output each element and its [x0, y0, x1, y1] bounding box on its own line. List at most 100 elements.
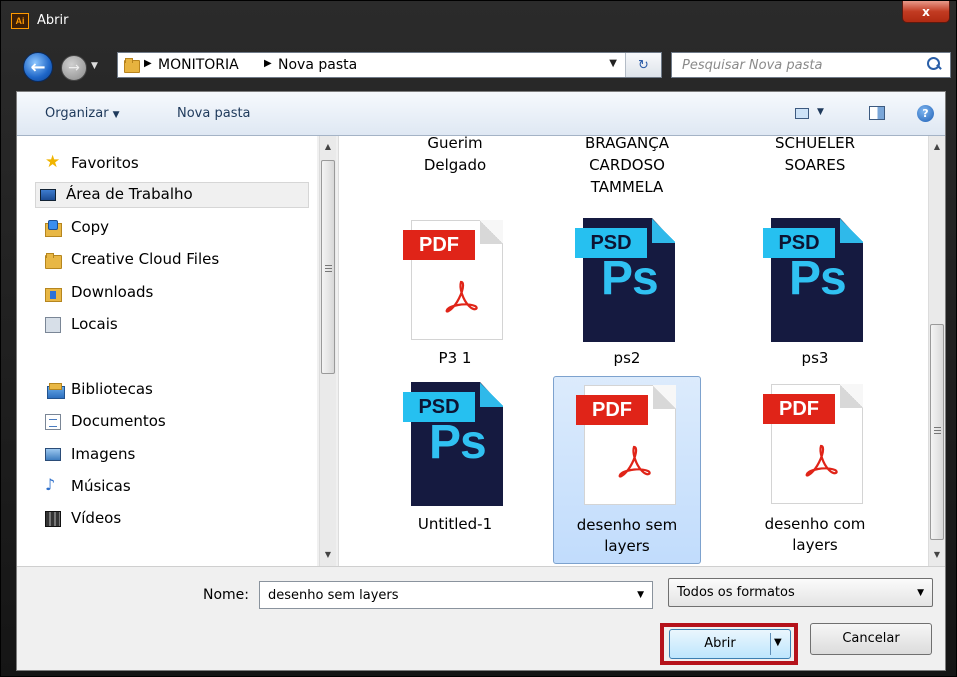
address-dropdown-icon[interactable]: ▼: [609, 58, 617, 69]
breadcrumb-nova-pasta[interactable]: Nova pasta: [278, 57, 357, 73]
file-name-partial[interactable]: SCHUELER SOARES: [741, 132, 889, 176]
sidebar-header-label: Bibliotecas: [71, 380, 153, 398]
sidebar-item-label: Copy: [71, 218, 110, 236]
scroll-down-icon[interactable]: ▼: [320, 546, 336, 562]
sidebar-item-documentos[interactable]: Documentos: [41, 410, 315, 436]
chevron-down-icon[interactable]: ▼: [637, 590, 644, 600]
help-icon[interactable]: ?: [917, 105, 934, 122]
organize-button[interactable]: Organizar ▼: [45, 106, 119, 121]
main-panel: Organizar ▼ Nova pasta ▼ ? ★ Favoritos Ár…: [16, 91, 946, 671]
pdf-file-icon: PDF: [576, 385, 676, 505]
open-options-dropdown-icon[interactable]: ▼: [774, 637, 782, 648]
sidebar-item-imagens[interactable]: Imagens: [41, 443, 315, 469]
file-item-desenho-com-layers[interactable]: PDF desenho com layers: [741, 376, 889, 562]
cancel-button-label: Cancelar: [842, 631, 900, 646]
sidebar-item-creative-cloud-files[interactable]: Creative Cloud Files: [41, 248, 315, 274]
view-options-dropdown-icon[interactable]: ▼: [817, 107, 824, 117]
arrow-right-icon: →: [68, 60, 80, 76]
sidebar-item-label: Locais: [71, 315, 118, 333]
window-title: Abrir: [37, 13, 69, 28]
file-name: desenho com layers: [764, 515, 866, 554]
file-name: ps2: [613, 349, 641, 367]
star-icon: ★: [45, 152, 61, 172]
search-box[interactable]: [671, 52, 951, 78]
address-bar[interactable]: ▶ MONITORIA ▶ Nova pasta ▼ ↻: [117, 52, 662, 78]
sidebar-item-area-de-trabalho[interactable]: Área de Trabalho: [35, 182, 309, 208]
file-item-untitled-1[interactable]: PSD Ps Untitled-1: [381, 376, 529, 562]
sidebar-item-label: Imagens: [71, 445, 136, 463]
videos-icon: [45, 511, 61, 527]
preview-pane-icon[interactable]: [869, 106, 885, 120]
scroll-up-icon[interactable]: ▲: [929, 138, 945, 154]
file-name: Untitled-1: [417, 515, 493, 533]
pictures-icon: [45, 448, 61, 461]
file-name-partial[interactable]: Guerim Delgado: [381, 132, 529, 176]
forward-button[interactable]: →: [61, 55, 87, 81]
organize-label: Organizar: [45, 106, 109, 121]
split-divider: [770, 633, 771, 655]
sidebar-item-label: Área de Trabalho: [66, 185, 193, 203]
recent-places-icon: [45, 317, 61, 333]
sidebar-item-locais[interactable]: Locais: [41, 313, 315, 339]
open-button-label: Abrir: [704, 636, 736, 651]
sidebar-item-downloads[interactable]: Downloads: [41, 281, 315, 307]
file-name: desenho sem layers: [576, 516, 678, 555]
breadcrumb-separator-icon[interactable]: ▶: [264, 58, 272, 69]
sidebar-item-copy[interactable]: Copy: [41, 216, 315, 242]
open-dialog-window: Ai Abrir x ← → ▼ ▶ MONITORIA ▶ Nova past…: [0, 0, 957, 677]
arrow-left-icon: ←: [30, 56, 46, 78]
sidebar-item-musicas[interactable]: ♪ Músicas: [41, 475, 315, 501]
documents-icon: [45, 414, 61, 430]
illustrator-app-icon: Ai: [11, 13, 29, 29]
scroll-thumb[interactable]: [930, 324, 944, 540]
file-item-ps2[interactable]: PSD Ps ps2: [553, 212, 701, 372]
file-type-select[interactable]: Todos os formatos ▼: [668, 578, 933, 607]
music-icon: ♪: [45, 475, 56, 494]
folder-icon: [45, 252, 62, 269]
downloads-icon: [45, 285, 62, 302]
file-name-area: Nome: ▼ Todos os formatos ▼ Abrir ▼ Canc…: [17, 566, 945, 670]
library-icon: [47, 382, 65, 399]
file-list-scrollbar[interactable]: ▲ ▼: [928, 136, 945, 566]
cancel-button[interactable]: Cancelar: [810, 623, 932, 655]
sidebar-item-videos[interactable]: Vídeos: [41, 507, 315, 533]
breadcrumb-separator-icon[interactable]: ▶: [144, 58, 152, 69]
chevron-down-icon: ▼: [112, 110, 120, 120]
scroll-thumb[interactable]: [321, 160, 335, 374]
scroll-down-icon[interactable]: ▼: [929, 546, 945, 562]
command-bar: Organizar ▼ Nova pasta ▼ ?: [17, 92, 945, 136]
file-name: ps3: [801, 349, 829, 367]
file-name-partial[interactable]: BRAGANÇA CARDOSO TAMMELA: [553, 132, 701, 198]
back-button[interactable]: ←: [23, 52, 53, 82]
desktop-icon: [40, 189, 56, 201]
file-item-p3-1[interactable]: PDF P3 1: [381, 212, 529, 372]
recent-locations-dropdown[interactable]: ▼: [91, 61, 98, 71]
breadcrumb-monitoria[interactable]: MONITORIA: [158, 57, 239, 73]
change-view-icon[interactable]: [795, 108, 809, 119]
refresh-button[interactable]: ↻: [625, 53, 661, 77]
pdf-file-icon: PDF: [763, 384, 863, 504]
file-name-input[interactable]: [266, 587, 626, 604]
navigation-bar: ← → ▼ ▶ MONITORIA ▶ Nova pasta ▼ ↻: [1, 43, 957, 91]
sidebar-favorites-header[interactable]: ★ Favoritos: [43, 152, 317, 178]
sidebar-item-label: Documentos: [71, 412, 166, 430]
new-folder-button[interactable]: Nova pasta: [177, 106, 251, 121]
close-button[interactable]: x: [902, 1, 950, 23]
open-button[interactable]: Abrir ▼: [669, 629, 791, 659]
psd-file-icon: PSD Ps: [575, 218, 675, 342]
file-item-desenho-sem-layers[interactable]: PDF desenho sem layers: [553, 376, 701, 564]
folder-icon: [124, 58, 140, 73]
scroll-up-icon[interactable]: ▲: [320, 138, 336, 154]
sidebar-libraries-header[interactable]: Bibliotecas: [43, 378, 317, 404]
copy-folder-icon: [45, 220, 62, 237]
file-item-ps3[interactable]: PSD Ps ps3: [741, 212, 889, 372]
sidebar-item-label: Músicas: [71, 477, 131, 495]
search-input[interactable]: [680, 56, 915, 74]
sidebar-header-label: Favoritos: [71, 154, 139, 172]
refresh-icon: ↻: [638, 57, 649, 73]
file-name-combobox[interactable]: ▼: [259, 581, 653, 609]
search-icon[interactable]: [926, 56, 942, 72]
file-name-label: Nome:: [203, 587, 250, 603]
close-icon: x: [922, 4, 930, 19]
navigation-scrollbar[interactable]: ▲ ▼: [319, 136, 336, 566]
